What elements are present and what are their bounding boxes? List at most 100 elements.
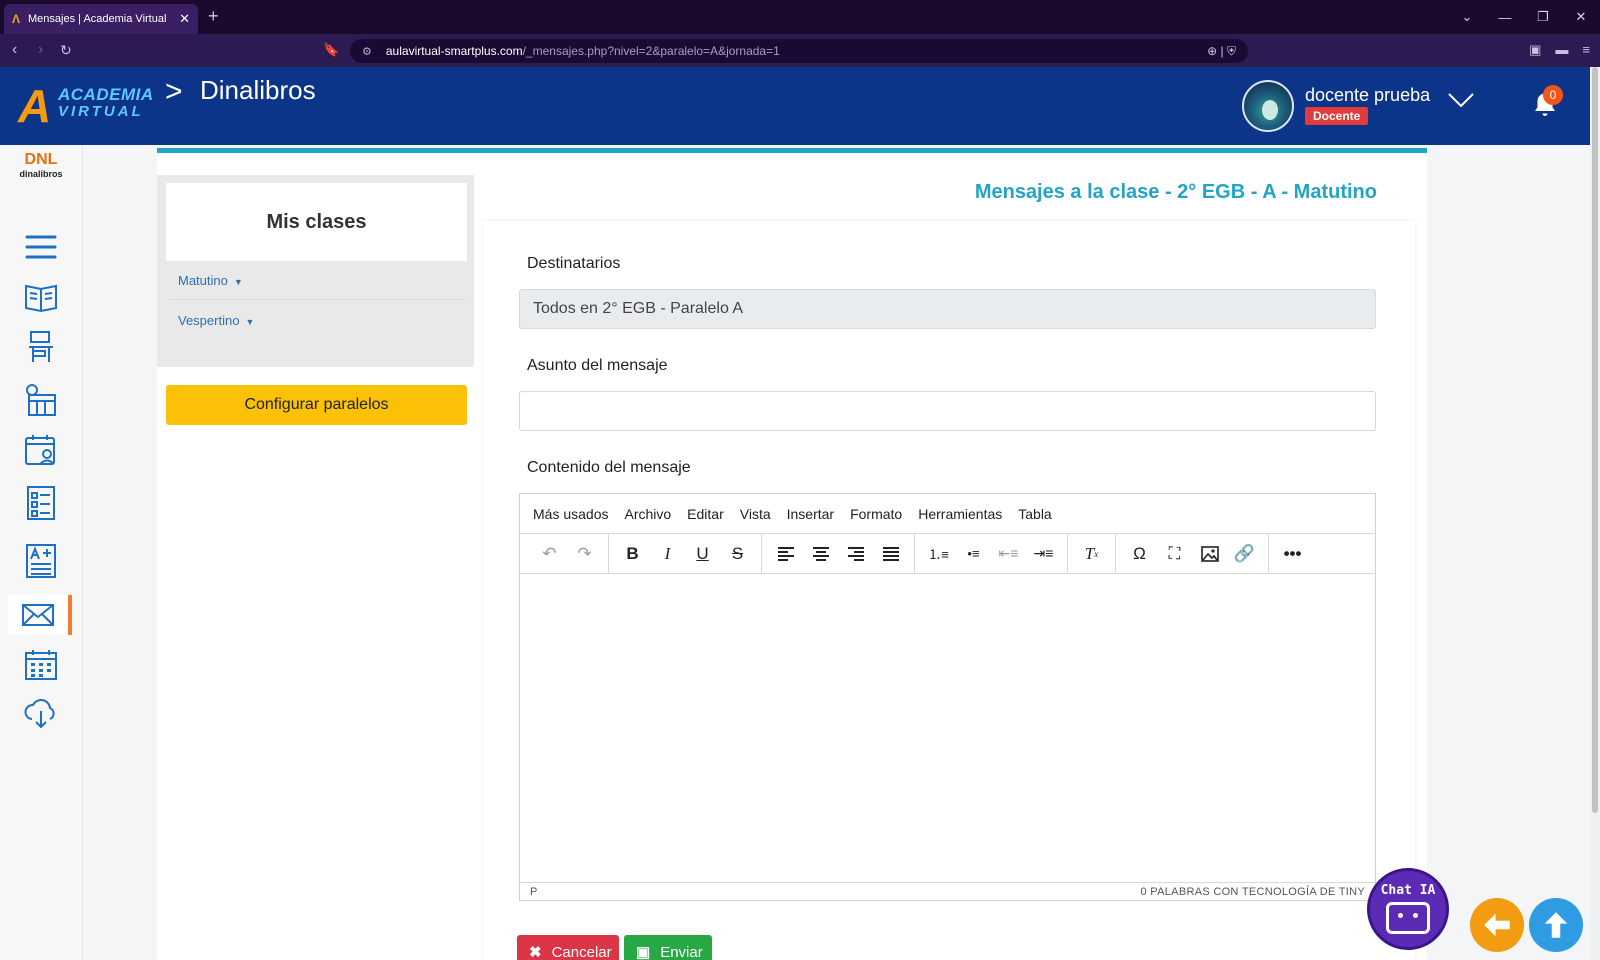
align-left-icon[interactable] — [768, 539, 803, 569]
bookmark-icon[interactable]: 🔖 — [323, 42, 339, 58]
menu-herramientas[interactable]: Herramientas — [918, 506, 1002, 522]
chat-ia-label: Chat IA — [1380, 883, 1436, 898]
more-icon[interactable]: ••• — [1275, 539, 1310, 569]
cloud-download-icon[interactable] — [20, 693, 62, 733]
role-badge: Docente — [1305, 107, 1369, 125]
align-center-icon[interactable] — [803, 539, 838, 569]
logo-line1: ACADEMIA — [58, 85, 154, 104]
scroll-top-button[interactable] — [1529, 898, 1583, 952]
menu-mas-usados[interactable]: Más usados — [533, 506, 608, 522]
image-icon[interactable] — [1192, 539, 1227, 569]
configure-parallels-button[interactable]: Configurar paralelos — [166, 385, 467, 425]
window-controls: ⌄ — ❐ ✕ — [1448, 0, 1600, 34]
subject-input[interactable] — [519, 391, 1376, 431]
menu-icon[interactable]: ≡ — [1582, 42, 1590, 58]
italic-icon[interactable]: I — [650, 539, 685, 569]
editor-toolbar: ↶ ↷ B I U S ⒈≡ •≡ ⇤≡ ⇥≡ T x Ω ⛶ 🔗 ••• — [520, 534, 1375, 574]
dinalibros-logo[interactable]: DNL dinalibros — [15, 151, 67, 193]
undo-icon[interactable]: ↶ — [532, 539, 567, 569]
minimize-icon[interactable]: — — [1486, 10, 1524, 25]
left-sidebar: DNL dinalibros — [0, 145, 83, 960]
element-path[interactable]: P — [530, 886, 537, 898]
app-header: A ACADEMIA VIRTUAL > Dinalibros docente … — [0, 67, 1600, 145]
sidebar-toggle-icon[interactable]: ▣ — [1529, 42, 1541, 58]
outdent-icon[interactable]: ⇤≡ — [991, 539, 1026, 569]
zoom-icon[interactable]: ⊕ | ⛨ — [1207, 44, 1236, 59]
underline-icon[interactable]: U — [685, 539, 720, 569]
classes-panel: Mis clases Matutino ▼ Vespertino ▼ — [157, 175, 474, 367]
redo-icon[interactable]: ↷ — [567, 539, 602, 569]
page-breadcrumb-title: Dinalibros — [200, 75, 316, 105]
calendar-icon[interactable] — [20, 645, 62, 685]
logo-line2: VIRTUAL — [58, 103, 144, 120]
logo-a-mark: A — [18, 80, 52, 132]
calendar-user-icon[interactable] — [20, 430, 62, 470]
jornada-vespertino[interactable]: Vespertino ▼ — [178, 313, 254, 328]
special-character-icon[interactable]: Ω — [1122, 539, 1157, 569]
hamburger-icon[interactable] — [20, 227, 62, 267]
bullet-list-icon[interactable]: •≡ — [956, 539, 991, 569]
menu-tabla[interactable]: Tabla — [1018, 506, 1051, 522]
caret-down-icon: ▼ — [245, 317, 255, 327]
browser-tab-bar: Ʌ Mensajes | Academia Virtual ✕ + ⌄ — ❐ … — [0, 0, 1600, 34]
page-scrollbar[interactable] — [1590, 67, 1600, 960]
scrollbar-thumb[interactable] — [1592, 67, 1598, 813]
menu-insertar[interactable]: Insertar — [787, 506, 834, 522]
breadcrumb-chevron-icon: > — [165, 75, 183, 108]
url-path: /_mensajes.php?nivel=2&paralelo=A&jornad… — [522, 44, 780, 58]
link-icon[interactable]: 🔗 — [1227, 539, 1262, 569]
site-settings-icon[interactable]: ⚙ — [362, 45, 372, 58]
menu-formato[interactable]: Formato — [850, 506, 902, 522]
browser-tab[interactable]: Ʌ Mensajes | Academia Virtual ✕ — [4, 4, 198, 34]
align-justify-icon[interactable] — [873, 539, 908, 569]
schedule-icon[interactable] — [20, 380, 62, 420]
notification-badge: 0 — [1543, 85, 1563, 105]
new-tab-button[interactable]: + — [208, 6, 219, 27]
back-arrow-button[interactable] — [1470, 898, 1524, 952]
restore-icon[interactable]: ❐ — [1524, 9, 1562, 25]
caret-down-icon: ▼ — [233, 277, 243, 287]
main-panel: Mis clases Matutino ▼ Vespertino ▼ Configu… — [157, 148, 1427, 960]
close-window-icon[interactable]: ✕ — [1562, 9, 1600, 25]
cancel-button[interactable]: ✖ Cancelar — [517, 935, 619, 960]
menu-vista[interactable]: Vista — [740, 506, 771, 522]
mail-icon[interactable] — [8, 595, 72, 635]
checklist-icon[interactable] — [20, 483, 62, 523]
subject-label: Asunto del mensaje — [527, 357, 668, 374]
reload-icon[interactable]: ↻ — [60, 42, 72, 59]
url-host: aulavirtual-smartplus.com — [385, 44, 523, 58]
url-field[interactable]: ⚙ aulavirtual-smartplus.com /_mensajes.p… — [350, 39, 1248, 63]
book-icon[interactable] — [20, 276, 62, 316]
extension-icon[interactable]: ▬ — [1555, 42, 1568, 58]
indent-icon[interactable]: ⇥≡ — [1026, 539, 1061, 569]
close-icon: ✖ — [529, 944, 542, 960]
numbered-list-icon[interactable]: ⒈≡ — [921, 539, 956, 569]
jornada-matutino[interactable]: Matutino ▼ — [178, 273, 243, 288]
grades-icon[interactable] — [20, 541, 62, 581]
menu-editar[interactable]: Editar — [687, 506, 724, 522]
clear-formatting-icon[interactable]: Tx — [1074, 539, 1109, 569]
browser-address-bar: ‹ › ↻ 🔖 ⚙ aulavirtual-smartplus.com /_me… — [0, 34, 1600, 67]
tab-close-icon[interactable]: ✕ — [179, 11, 190, 27]
avatar[interactable] — [1242, 80, 1294, 132]
forward-icon[interactable]: › — [38, 41, 43, 59]
academia-virtual-logo[interactable]: A ACADEMIA VIRTUAL — [18, 79, 153, 132]
strikethrough-icon[interactable]: S — [720, 539, 755, 569]
user-name[interactable]: docente prueba — [1305, 85, 1430, 106]
rich-text-editor: Más usados Archivo Editar Vista Insertar… — [519, 493, 1376, 901]
menu-archivo[interactable]: Archivo — [624, 506, 671, 522]
fullscreen-icon[interactable]: ⛶ — [1157, 539, 1192, 569]
align-right-icon[interactable] — [838, 539, 873, 569]
back-icon[interactable]: ‹ — [12, 41, 17, 59]
arrow-up-icon — [1544, 912, 1568, 938]
editor-menubar: Más usados Archivo Editar Vista Insertar… — [520, 494, 1375, 534]
send-button[interactable]: ▣ Enviar — [624, 935, 712, 960]
desk-icon[interactable] — [20, 327, 62, 367]
recipients-field: Todos en 2° EGB - Paralelo A — [519, 289, 1376, 329]
bold-icon[interactable]: B — [615, 539, 650, 569]
classes-heading: Mis clases — [166, 183, 467, 261]
chat-ia-button[interactable]: Chat IA — [1367, 868, 1449, 950]
form-actions: ✖ Cancelar ▣ Enviar — [517, 935, 712, 960]
tab-list-icon[interactable]: ⌄ — [1448, 9, 1486, 25]
user-menu-chevron-icon[interactable] — [1448, 91, 1474, 114]
